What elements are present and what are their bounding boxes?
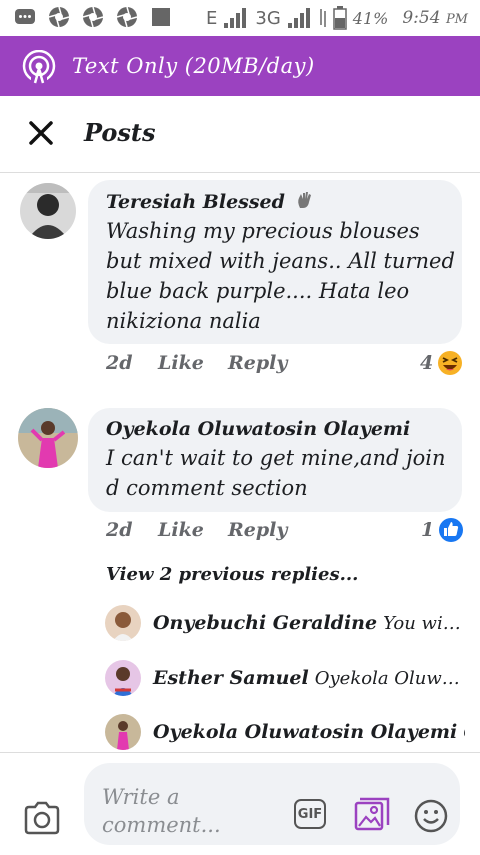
comment-composer: Write a comment... GIF <box>0 752 480 855</box>
comment-text: I can't wait to get mine,and join d comm… <box>106 443 456 503</box>
avatar[interactable] <box>18 408 78 468</box>
reply-item[interactable]: Oyekola Oluwatosin Olayemi O... <box>105 714 465 750</box>
reply-author[interactable]: Onyebuchi Geraldine <box>153 612 377 634</box>
comment-text-line: Washing my precious blouses <box>106 219 420 243</box>
gif-label: GIF <box>297 806 323 822</box>
page-title: Posts <box>84 118 156 147</box>
avatar[interactable] <box>105 714 141 750</box>
clock-time: 9:54 <box>402 8 441 28</box>
comment-author[interactable]: Teresiah Blessed <box>106 190 315 213</box>
reply-author[interactable]: Oyekola Oluwatosin Olayemi <box>153 721 457 743</box>
comment-text-line: blue back purple.... Hata leo <box>106 279 410 303</box>
comment-text-line: d comment section <box>106 476 308 500</box>
square-icon <box>152 8 170 26</box>
reply-text: Oyekola Oluwato... <box>314 667 465 689</box>
reaction-summary[interactable]: 4 <box>420 350 463 376</box>
banner-text: Text Only (20MB/day) <box>72 54 315 78</box>
reply-button[interactable]: Reply <box>228 352 287 374</box>
like-button[interactable]: Like <box>158 519 204 541</box>
comment-author[interactable]: Oyekola Oluwatosin Olayemi <box>106 418 410 440</box>
avatar[interactable] <box>105 605 141 641</box>
signal-icon <box>224 8 247 28</box>
like-reaction-icon <box>439 518 464 542</box>
avatar[interactable] <box>20 183 76 239</box>
battery-icon <box>333 6 347 30</box>
status-bar: E 3G 41% 9:54 PM <box>0 0 480 36</box>
reply-item[interactable]: Esther Samuel Oyekola Oluwato... <box>105 660 465 696</box>
aperture-icon <box>48 6 70 28</box>
data-transfer-icon <box>320 9 326 27</box>
placeholder-line: Write a <box>102 785 180 809</box>
notification-icons <box>14 6 172 28</box>
aperture-icon <box>82 6 104 28</box>
close-icon[interactable] <box>26 118 56 148</box>
posts-header: Posts <box>0 96 480 173</box>
comment-time: 2d <box>106 352 133 374</box>
signal-icon <box>287 8 310 28</box>
clock: 9:54 PM <box>402 8 468 28</box>
reaction-summary[interactable]: 1 <box>421 517 464 543</box>
comment-text-line: but mixed with jeans.. All turned <box>106 249 455 273</box>
reply-button[interactable]: Reply <box>228 519 287 541</box>
reply-text: O... <box>463 722 465 743</box>
waving-hand-icon <box>297 192 311 208</box>
comment-text-line: I can't wait to get mine,and join <box>106 446 446 470</box>
gif-button[interactable]: GIF <box>294 799 326 829</box>
status-indicators: E 3G 41% 9:54 PM <box>206 6 468 30</box>
comment-text-line: nikiziona nalia <box>106 309 261 333</box>
network-type-e: E <box>206 7 218 29</box>
aperture-icon <box>116 6 138 28</box>
comment-time: 2d <box>106 519 133 541</box>
data-mode-banner[interactable]: Text Only (20MB/day) <box>0 36 480 96</box>
placeholder-line: comment... <box>102 813 221 837</box>
comment-text: Washing my precious blouses but mixed wi… <box>106 216 456 336</box>
comment-author-name: Teresiah Blessed <box>106 191 285 213</box>
reply-item[interactable]: Onyebuchi Geraldine You will e... <box>105 605 465 641</box>
view-previous-replies[interactable]: View 2 previous replies... <box>106 564 358 585</box>
message-icon <box>15 9 35 24</box>
network-type-3g: 3G <box>255 7 281 29</box>
reply-author[interactable]: Esther Samuel <box>153 667 309 689</box>
broadcast-icon <box>22 50 56 84</box>
emoji-icon[interactable] <box>414 799 448 833</box>
clock-ampm: PM <box>445 12 468 27</box>
reaction-count: 1 <box>421 519 435 541</box>
reply-text: You will e... <box>383 612 465 634</box>
avatar[interactable] <box>105 660 141 696</box>
haha-reaction-icon <box>438 351 463 375</box>
comment-input[interactable]: Write a comment... GIF <box>84 763 460 845</box>
reaction-count: 4 <box>420 352 434 374</box>
battery-percent: 41% <box>352 8 389 28</box>
comment-input-placeholder: Write a comment... <box>102 783 222 839</box>
camera-icon[interactable] <box>23 801 61 835</box>
like-button[interactable]: Like <box>158 352 204 374</box>
photo-icon[interactable] <box>354 797 390 833</box>
